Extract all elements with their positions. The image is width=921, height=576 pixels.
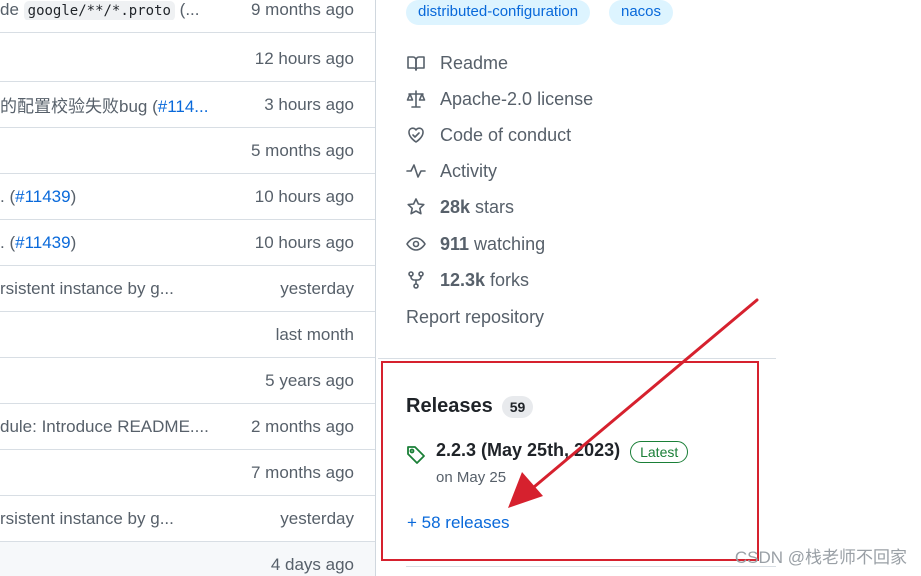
- stars-count: 28k: [440, 196, 471, 217]
- commit-message-text: ): [70, 232, 77, 252]
- commit-message[interactable]: . (#11439): [0, 187, 76, 207]
- commit-time: 4 days ago: [270, 554, 354, 574]
- table-row[interactable]: rsistent instance by g... yesterday: [0, 266, 375, 312]
- topic-tag-nacos[interactable]: nacos: [609, 0, 674, 25]
- eye-icon: [406, 237, 426, 251]
- star-icon: [407, 198, 425, 215]
- report-repository-link[interactable]: Report repository: [406, 302, 544, 332]
- watching-label: watching: [474, 233, 546, 254]
- license-link[interactable]: Apache-2.0 license: [406, 84, 593, 114]
- commit-pr-link[interactable]: #11439: [15, 187, 70, 206]
- more-releases-link[interactable]: + 58 releases: [407, 513, 510, 533]
- releases-heading[interactable]: Releases 59: [406, 395, 534, 418]
- commit-message-text: 的配置校验失败bug (: [0, 97, 158, 116]
- code-of-conduct-label: Code of conduct: [440, 124, 572, 145]
- releases-count-badge: 59: [501, 395, 534, 418]
- forks-count: 12.3k: [440, 269, 486, 290]
- sidebar-divider: [406, 566, 776, 567]
- table-row[interactable]: last month: [0, 312, 375, 358]
- sidebar-divider: [378, 358, 776, 359]
- latest-release-item[interactable]: 2.2.3 (May 25th, 2023) Latest: [406, 440, 689, 465]
- commit-message-text: . (: [0, 186, 16, 206]
- commit-pr-link[interactable]: #114...: [158, 97, 209, 116]
- forks-link[interactable]: 12.3k forks: [406, 265, 529, 295]
- commit-message[interactable]: rsistent instance by g...: [0, 509, 174, 529]
- commit-time: 10 hours ago: [254, 186, 354, 206]
- commit-message[interactable]: 的配置校验失败bug (#114...: [0, 92, 208, 117]
- activity-label: Activity: [440, 160, 498, 181]
- commit-time: last month: [275, 324, 354, 344]
- commit-message-text: . (: [0, 232, 16, 252]
- table-row[interactable]: dule: Introduce README.... 2 months ago: [0, 404, 375, 450]
- watchers-link[interactable]: 911 watching: [406, 229, 545, 259]
- license-label: Apache-2.0 license: [440, 88, 594, 109]
- commit-time: yesterday: [280, 508, 354, 528]
- latest-release-name[interactable]: 2.2.3 (May 25th, 2023): [436, 440, 620, 461]
- commit-message[interactable]: . (#11439): [0, 233, 76, 253]
- forks-label: forks: [490, 269, 530, 290]
- commit-time: yesterday: [280, 278, 354, 298]
- watching-count: 911: [440, 233, 470, 254]
- book-icon: [407, 56, 425, 71]
- commit-message-code: google/**/*.proto: [23, 0, 175, 20]
- table-row[interactable]: rsistent instance by g... yesterday: [0, 496, 375, 542]
- topic-tag-distributed-configuration[interactable]: distributed-configuration: [406, 0, 591, 25]
- releases-title: Releases: [406, 395, 493, 417]
- readme-link[interactable]: Readme: [406, 48, 508, 78]
- csdn-watermark: CSDN @栈老师不回家: [734, 548, 907, 567]
- tag-icon: [407, 446, 425, 464]
- table-row[interactable]: 7 months ago: [0, 450, 375, 496]
- readme-label: Readme: [440, 52, 509, 73]
- latest-release-date: on May 25: [436, 469, 507, 486]
- law-scale-icon: [406, 90, 426, 108]
- code-of-conduct-heart-icon: [408, 127, 424, 143]
- table-row[interactable]: 12 hours ago: [0, 36, 375, 82]
- commit-pr-link[interactable]: #11439: [15, 233, 70, 252]
- table-row[interactable]: 5 months ago: [0, 128, 375, 174]
- latest-badge: Latest: [630, 441, 689, 463]
- commit-time: 9 months ago: [250, 0, 354, 19]
- commit-time: 3 hours ago: [264, 94, 354, 114]
- commit-time: 7 months ago: [250, 462, 354, 482]
- commit-time: 12 hours ago: [254, 48, 354, 68]
- repo-forked-icon: [408, 271, 424, 289]
- table-row[interactable]: . (#11439) 10 hours ago: [0, 174, 375, 220]
- stars-link[interactable]: 28k stars: [406, 192, 514, 222]
- table-row[interactable]: . (#11439) 10 hours ago: [0, 220, 375, 266]
- commit-time: 5 months ago: [250, 140, 354, 160]
- pulse-icon: [406, 164, 426, 178]
- commit-time: 2 months ago: [250, 416, 354, 436]
- commit-message[interactable]: dule: Introduce README....: [0, 417, 209, 437]
- file-commit-list: de google/**/*.proto (... 9 months ago 1…: [0, 0, 376, 576]
- activity-link[interactable]: Activity: [406, 156, 497, 186]
- commit-time: 10 hours ago: [254, 232, 354, 252]
- commit-message[interactable]: de google/**/*.proto (...: [0, 0, 200, 20]
- commit-time: 5 years ago: [265, 370, 354, 390]
- table-row[interactable]: 5 years ago: [0, 358, 375, 404]
- commit-message[interactable]: rsistent instance by g...: [0, 279, 174, 299]
- commit-message-text: ): [70, 186, 77, 206]
- stars-label: stars: [475, 196, 515, 217]
- code-of-conduct-link[interactable]: Code of conduct: [406, 120, 571, 150]
- commit-message-text: (...: [174, 0, 200, 19]
- commit-message-text: de: [0, 0, 24, 19]
- table-row[interactable]: 4 days ago: [0, 542, 375, 576]
- table-row[interactable]: de google/**/*.proto (... 9 months ago: [0, 0, 375, 33]
- table-row[interactable]: 的配置校验失败bug (#114... 3 hours ago: [0, 82, 375, 128]
